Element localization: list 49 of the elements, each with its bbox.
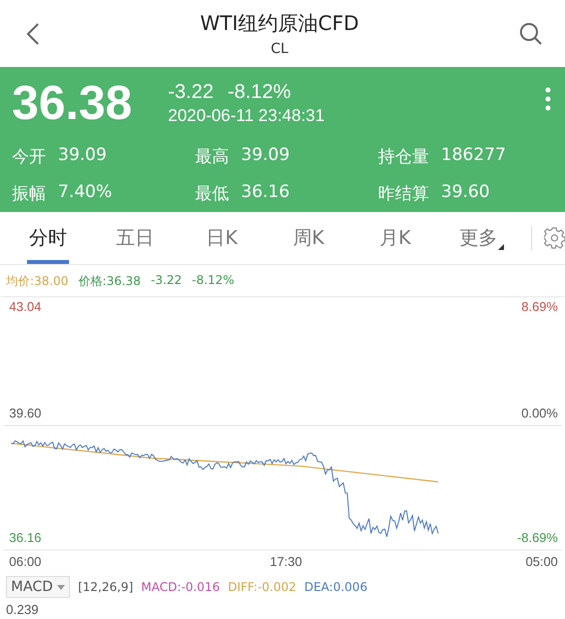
axis-label: 0.00% — [521, 406, 558, 421]
price-change: -3.22 — [150, 273, 182, 290]
chart-tab[interactable]: 月K — [352, 212, 438, 264]
percent-change: -8.12% — [228, 81, 291, 104]
percent-change: -8.12% — [192, 273, 234, 290]
indicator-params: [12,26,9] — [78, 580, 134, 594]
time-label: 06:00 — [9, 554, 42, 570]
search-icon[interactable] — [518, 22, 543, 46]
macd-value: MACD:-0.016 — [141, 580, 220, 594]
axis-label: -8.69% — [517, 530, 558, 546]
chart-tab[interactable]: 日K — [178, 212, 266, 264]
back-icon[interactable] — [26, 22, 40, 46]
quote-time: 2020-06-11 23:48:31 — [168, 106, 325, 126]
average-price: 均价:38.00 — [6, 273, 68, 290]
stat-label: 振幅 — [12, 183, 46, 206]
stat-label: 最低 — [195, 183, 229, 206]
axis-label: 39.60 — [9, 406, 42, 421]
dropdown-icon — [498, 244, 504, 250]
chart-tab[interactable]: 更多 — [438, 212, 526, 264]
indicator-dropdown[interactable]: MACD — [6, 576, 70, 598]
chart-tab[interactable]: 分时 — [27, 212, 69, 264]
caret-icon — [56, 584, 65, 590]
axis-label: 43.04 — [9, 299, 42, 314]
more-icon[interactable] — [545, 87, 551, 112]
stat-label: 最高 — [195, 146, 229, 168]
stat-value: 7.40% — [58, 182, 112, 204]
axis-label: 36.16 — [9, 530, 42, 546]
stat-value: 36.16 — [241, 182, 290, 204]
dea-value: DEA:0.006 — [304, 580, 368, 594]
axis-label: 0.239 — [5, 601, 40, 619]
chart-tab[interactable]: 周K — [265, 212, 352, 264]
current-price: 价格:36.38 — [78, 273, 141, 290]
last-price: 36.38 — [12, 76, 134, 132]
stat-label: 持仓量 — [378, 146, 429, 168]
stat-value: 39.09 — [241, 145, 290, 168]
time-label: 17:30 — [270, 554, 302, 570]
stat-label: 今开 — [12, 146, 46, 168]
axis-label: 8.69% — [521, 299, 558, 314]
settings-icon[interactable] — [544, 227, 565, 250]
symbol-code: CL — [270, 41, 288, 58]
page-title: WTI纽约原油CFD — [200, 10, 359, 38]
chart-tab[interactable]: 五日 — [92, 212, 179, 264]
stat-value: 39.60 — [441, 182, 490, 204]
stat-label: 昨结算 — [378, 183, 429, 206]
price-change: -3.22 — [168, 81, 214, 104]
stat-value: 186277 — [441, 145, 506, 168]
stat-value: 39.09 — [58, 145, 107, 168]
diff-value: DIFF:-0.002 — [228, 580, 296, 594]
time-label: 05:00 — [526, 554, 558, 570]
